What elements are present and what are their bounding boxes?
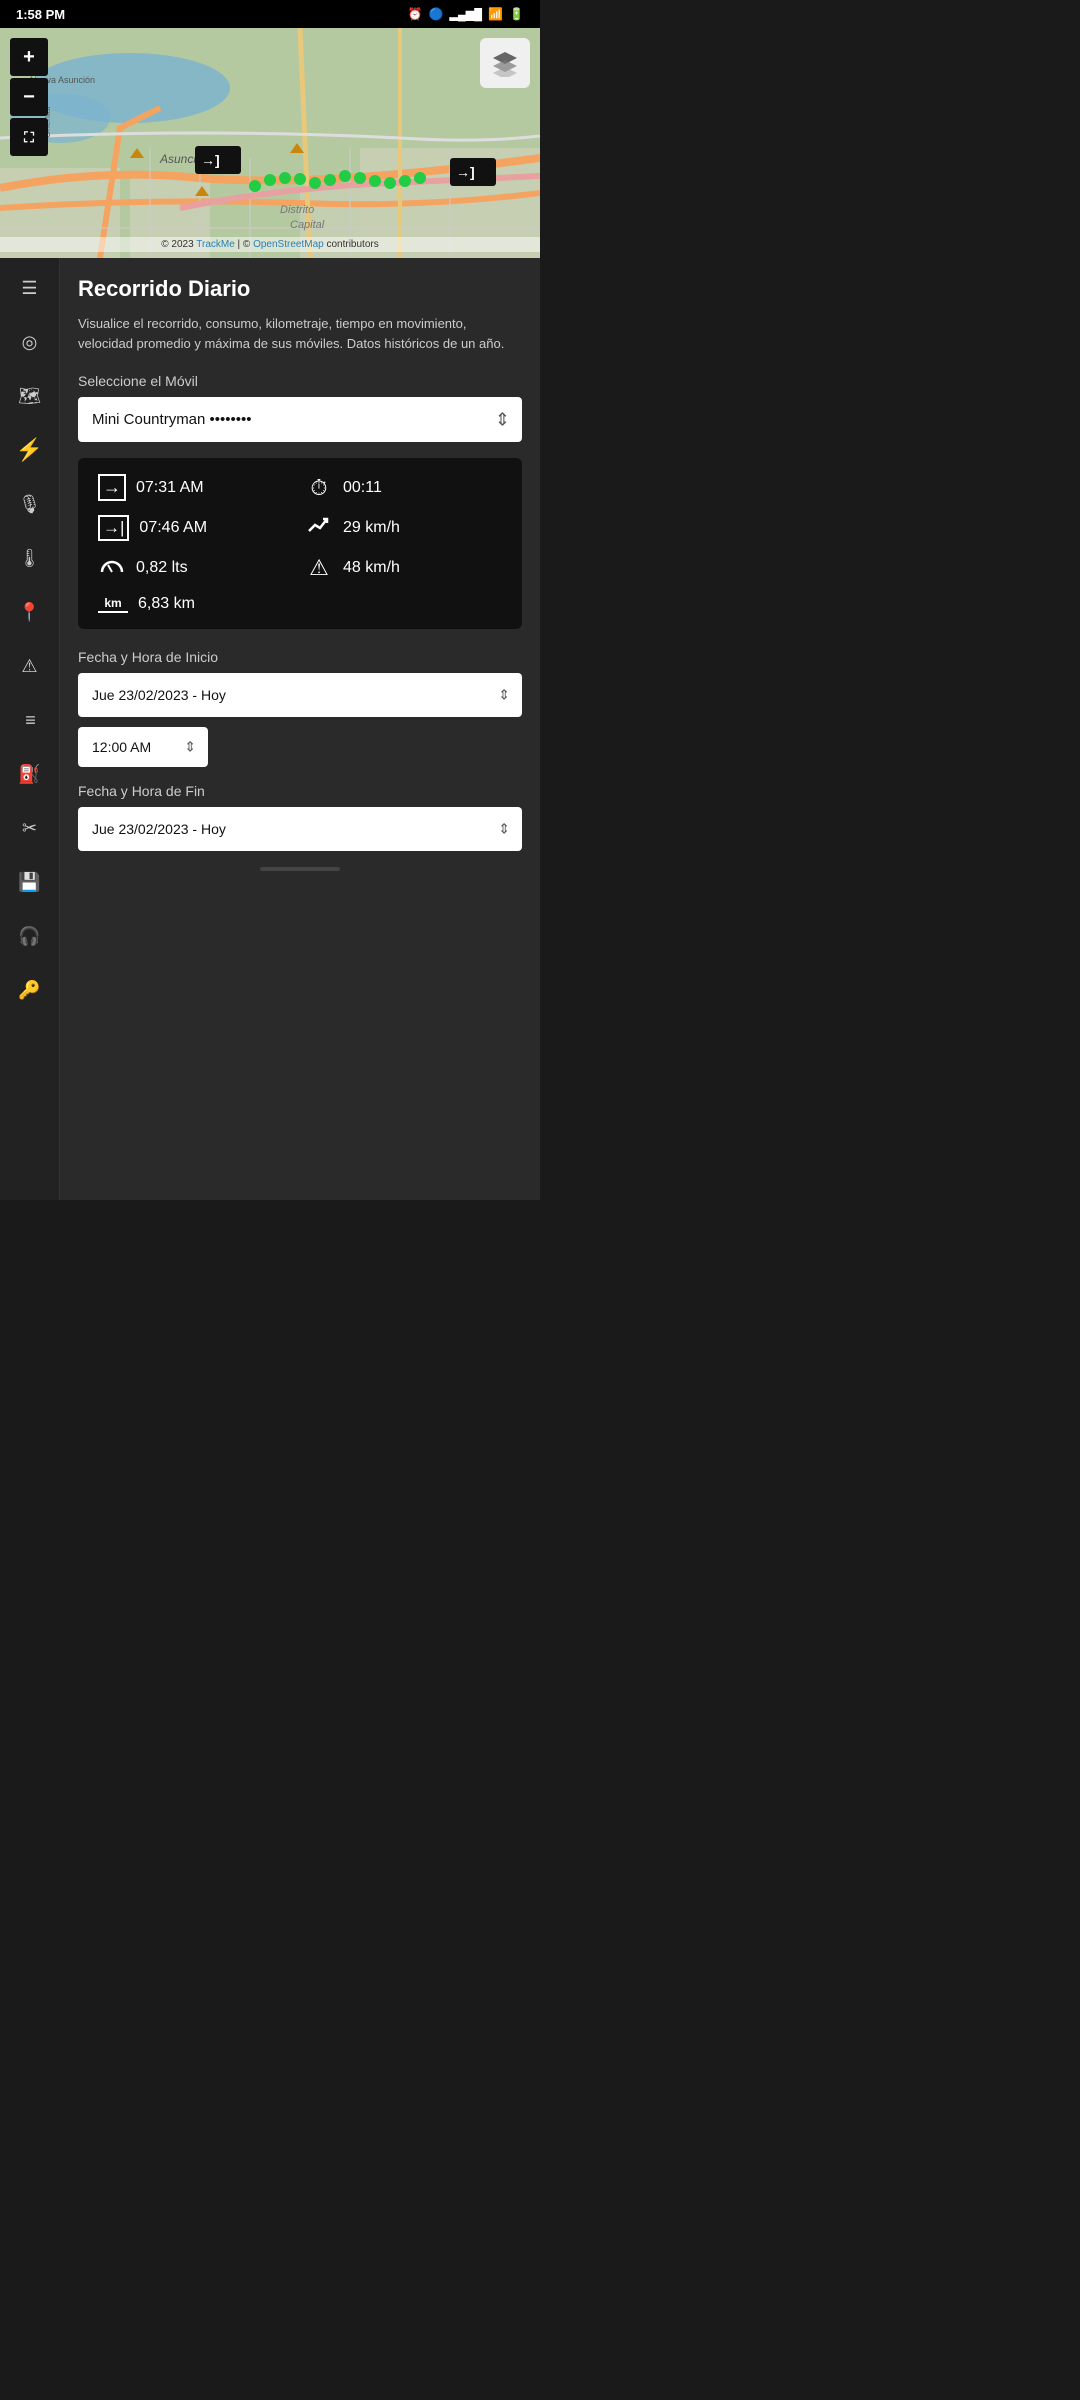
- start-time-select-wrapper: 12:00 AM ⇕: [78, 727, 208, 767]
- sidebar: ☰ ◎ 🗺 ⚡ 🎙 🌡 📍 ⚠ ≡ ⛽ ✂: [0, 258, 60, 1200]
- map-container: Asunción Distrito Capital Oriental Nueva…: [0, 28, 540, 258]
- vehicle-select-wrapper: Mini Countryman •••••••• ⇕: [78, 397, 522, 442]
- fit-map-button[interactable]: ⛶: [10, 118, 48, 156]
- battery-icon: 🔋: [509, 7, 524, 21]
- end-time-value: 07:46 AM: [139, 519, 207, 537]
- sidebar-item-fuel[interactable]: ⛽: [12, 756, 48, 792]
- end-date-select-wrapper: Jue 23/02/2023 - Hoy ⇕: [78, 807, 522, 851]
- map-attribution: © 2023 TrackMe | © OpenStreetMap contrib…: [0, 237, 540, 252]
- headset-icon: 🎧: [18, 926, 40, 947]
- stat-distance: km 6,83 km: [98, 595, 502, 613]
- save-icon: 💾: [18, 872, 40, 893]
- sidebar-item-tools[interactable]: ✂: [12, 810, 48, 846]
- bluetooth-icon: 🔵: [429, 7, 444, 21]
- duration-value: 00:11: [343, 479, 382, 497]
- map-book-icon: 🗺: [18, 386, 41, 407]
- menu-icon: ☰: [21, 278, 37, 299]
- map-svg: Asunción Distrito Capital Oriental Nueva…: [0, 28, 540, 258]
- sidebar-item-key[interactable]: 🔑: [12, 972, 48, 1008]
- avg-speed-value: 29 km/h: [343, 519, 400, 537]
- svg-text:→]: →]: [456, 164, 475, 180]
- svg-text:Capital: Capital: [290, 219, 325, 231]
- max-speed-value: 48 km/h: [343, 559, 400, 577]
- lightning-icon: ⚡: [16, 437, 43, 463]
- zoom-in-button[interactable]: +: [10, 38, 48, 76]
- start-datetime-label: Fecha y Hora de Inicio: [78, 649, 522, 665]
- sidebar-item-map[interactable]: 🗺: [12, 378, 48, 414]
- stat-fuel: 0,82 lts: [98, 555, 295, 581]
- layers-icon: [491, 49, 519, 77]
- duration-icon: ⏱: [305, 475, 333, 501]
- microphone-icon: 🎙: [18, 494, 41, 515]
- start-time-value: 07:31 AM: [136, 479, 204, 497]
- stat-duration: ⏱ 00:11: [305, 474, 502, 501]
- osm-link[interactable]: OpenStreetMap: [253, 239, 324, 250]
- sidebar-item-support[interactable]: 🎧: [12, 918, 48, 954]
- chart-up-icon: [307, 515, 331, 535]
- list-icon: ≡: [25, 710, 34, 731]
- sidebar-item-pin[interactable]: 📍: [12, 594, 48, 630]
- page-description: Visualice el recorrido, consumo, kilomet…: [78, 314, 522, 353]
- start-date-select[interactable]: Jue 23/02/2023 - Hoy: [78, 673, 522, 717]
- speedometer-arc-icon: [99, 555, 125, 575]
- status-icons: ⏰ 🔵 ▂▄▆█ 📶 🔋: [408, 7, 524, 21]
- alarm-icon: ⏰: [408, 7, 423, 21]
- sidebar-item-location[interactable]: ◎: [12, 324, 48, 360]
- vehicle-select[interactable]: Mini Countryman ••••••••: [78, 397, 522, 442]
- end-arrival-icon: →|: [98, 515, 129, 541]
- location-icon: ◎: [22, 332, 38, 353]
- start-date-select-wrapper: Jue 23/02/2023 - Hoy ⇕: [78, 673, 522, 717]
- page-title: Recorrido Diario: [78, 276, 522, 302]
- status-bar: 1:58 PM ⏰ 🔵 ▂▄▆█ 📶 🔋: [0, 0, 540, 28]
- start-datetime-section: Fecha y Hora de Inicio Jue 23/02/2023 - …: [78, 649, 522, 767]
- sidebar-item-temperature[interactable]: 🌡: [12, 540, 48, 576]
- end-datetime-label: Fecha y Hora de Fin: [78, 783, 522, 799]
- sidebar-item-save[interactable]: 💾: [12, 864, 48, 900]
- svg-text:→]: →]: [201, 152, 220, 168]
- fuel-icon: ⛽: [18, 764, 40, 785]
- key-icon: 🔑: [18, 980, 40, 1001]
- stat-start-time: → 07:31 AM: [98, 474, 295, 501]
- sidebar-item-lightning[interactable]: ⚡: [12, 432, 48, 468]
- fuel-value: 0,82 lts: [136, 559, 188, 577]
- content-area: ☰ ◎ 🗺 ⚡ 🎙 🌡 📍 ⚠ ≡ ⛽ ✂: [0, 258, 540, 1200]
- scroll-indicator: [260, 867, 340, 871]
- map-controls: + − ⛶: [10, 38, 48, 156]
- stat-avg-speed: 29 km/h: [305, 515, 502, 541]
- pin-icon: 📍: [18, 602, 40, 623]
- fuel-consumption-icon: [98, 555, 126, 581]
- stat-max-speed: ⚠ 48 km/h: [305, 555, 502, 581]
- status-time: 1:58 PM: [16, 7, 65, 22]
- start-departure-icon: →: [98, 474, 126, 501]
- trackme-link[interactable]: TrackMe: [196, 239, 235, 250]
- sidebar-item-alert[interactable]: ⚠: [12, 648, 48, 684]
- main-content: Recorrido Diario Visualice el recorrido,…: [60, 258, 540, 1200]
- tools-icon: ✂: [22, 818, 37, 839]
- max-speed-icon: ⚠: [305, 555, 333, 581]
- layers-button[interactable]: [480, 38, 530, 88]
- signal-bars-icon: ▂▄▆█: [450, 8, 483, 21]
- sidebar-item-microphone[interactable]: 🎙: [12, 486, 48, 522]
- wifi-icon: 📶: [488, 7, 503, 21]
- sidebar-item-menu[interactable]: ☰: [12, 270, 48, 306]
- svg-text:Distrito: Distrito: [280, 204, 314, 216]
- stat-end-time: →| 07:46 AM: [98, 515, 295, 541]
- start-time-select[interactable]: 12:00 AM: [78, 727, 208, 767]
- distance-icon: km: [98, 596, 128, 613]
- stats-card: → 07:31 AM ⏱ 00:11 →| 07:46 AM 29 km/h: [78, 458, 522, 629]
- thermometer-icon: 🌡: [18, 548, 41, 569]
- end-date-select[interactable]: Jue 23/02/2023 - Hoy: [78, 807, 522, 851]
- end-datetime-section: Fecha y Hora de Fin Jue 23/02/2023 - Hoy…: [78, 783, 522, 851]
- distance-value: 6,83 km: [138, 595, 195, 613]
- alert-triangle-icon: ⚠: [21, 656, 37, 677]
- avg-speed-icon: [305, 515, 333, 541]
- zoom-out-button[interactable]: −: [10, 78, 48, 116]
- sidebar-item-list[interactable]: ≡: [12, 702, 48, 738]
- vehicle-label: Seleccione el Móvil: [78, 373, 522, 389]
